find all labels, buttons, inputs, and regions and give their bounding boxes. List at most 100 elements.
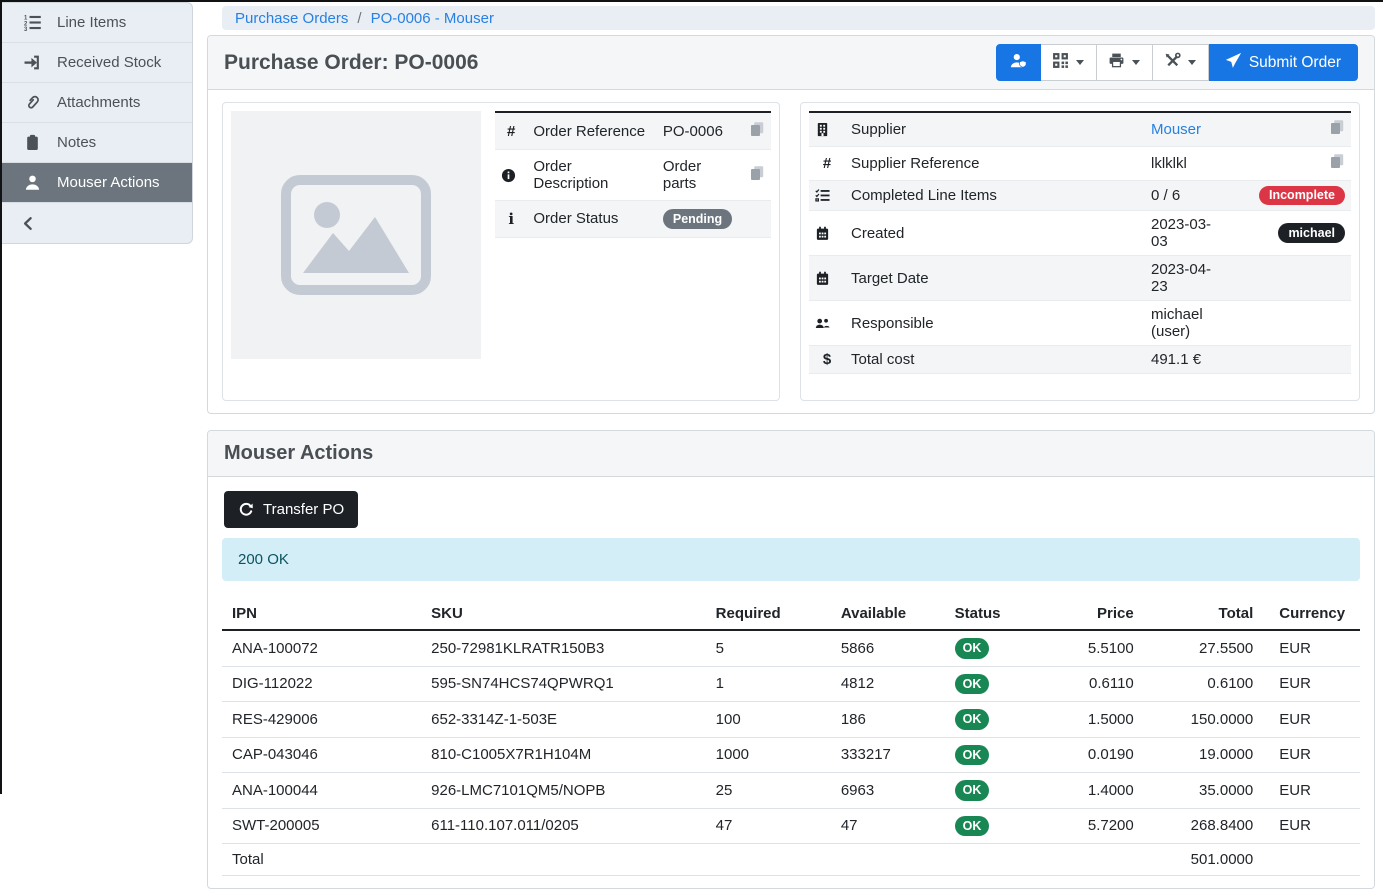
table-row: SWT-200005611-110.107.011/02054747OK5.72… (222, 808, 1360, 844)
cell-price: 0.0190 (1047, 737, 1144, 773)
transfer-po-button[interactable]: Transfer PO (224, 491, 358, 528)
cell-sku: 810-C1005X7R1H104M (421, 737, 706, 773)
purchase-order-header: Purchase Order: PO-0006 (208, 36, 1374, 90)
copy-icon[interactable] (749, 165, 765, 181)
barcode-dropdown-button[interactable] (1041, 44, 1097, 81)
caret-down-icon (1188, 60, 1196, 65)
cell-available: 333217 (831, 737, 945, 773)
user-shield-icon (1010, 52, 1027, 73)
cell-required: 5 (706, 630, 831, 666)
sidebar-item-line-items[interactable]: 123 Line Items (2, 3, 192, 43)
qrcode-icon (1052, 52, 1069, 73)
detail-row-order-status: i Order Status Pending (495, 201, 771, 238)
sign-in-icon (22, 54, 42, 71)
user-icon (22, 174, 42, 191)
actions-dropdown-button[interactable] (1153, 44, 1209, 81)
table-header-row: IPN SKU Required Available Status Price … (222, 599, 1360, 630)
table-row: DIG-112022595-SN74HCS74QPWRQ114812OK0.61… (222, 666, 1360, 702)
cell-currency: EUR (1263, 773, 1360, 809)
sidebar-item-received-stock[interactable]: Received Stock (2, 43, 192, 83)
ok-badge: OK (955, 745, 990, 766)
col-available: Available (831, 599, 945, 630)
user-roles-button[interactable] (996, 44, 1041, 81)
footer-total-value: 501.0000 (1144, 844, 1263, 876)
cell-total: 0.6100 (1144, 666, 1263, 702)
copy-icon[interactable] (1329, 153, 1345, 169)
breadcrumb-link-purchase-orders[interactable]: Purchase Orders (235, 10, 348, 27)
mouser-actions-body: Transfer PO 200 OK IPN SKU Required Avai… (208, 477, 1374, 888)
info-icon: i (508, 210, 514, 228)
cell-total: 19.0000 (1144, 737, 1263, 773)
cell-ipn: SWT-200005 (222, 808, 421, 844)
sidebar-item-mouser-actions[interactable]: Mouser Actions (2, 163, 192, 203)
copy-icon[interactable] (749, 121, 765, 137)
cell-price: 1.5000 (1047, 702, 1144, 738)
purchase-order-panel: Purchase Order: PO-0006 (207, 35, 1375, 414)
detail-row-responsible: Responsible michael (user) (809, 301, 1351, 346)
ok-badge: OK (955, 638, 990, 659)
sidebar-item-attachments[interactable]: Attachments (2, 83, 192, 123)
cell-currency: EUR (1263, 702, 1360, 738)
copy-icon[interactable] (1329, 119, 1345, 135)
cell-required: 100 (706, 702, 831, 738)
cell-status: OK (945, 666, 1047, 702)
submit-order-button[interactable]: Submit Order (1209, 44, 1358, 81)
app-root: 123 Line Items Received Stock Attachment… (2, 2, 1383, 889)
tasks-icon (815, 188, 839, 203)
cell-price: 1.4000 (1047, 773, 1144, 809)
footer-total-label: Total (222, 844, 1144, 876)
detail-row-completed-line-items: Completed Line Items 0 / 6 Incomplete (809, 180, 1351, 211)
sidebar-item-notes[interactable]: Notes (2, 123, 192, 163)
col-sku: SKU (421, 599, 706, 630)
paper-plane-icon (1225, 52, 1242, 74)
cell-price: 5.7200 (1047, 808, 1144, 844)
ok-badge: OK (955, 816, 990, 837)
col-total: Total (1144, 599, 1263, 630)
cell-ipn: RES-429006 (222, 702, 421, 738)
cell-available: 47 (831, 808, 945, 844)
cell-price: 0.6110 (1047, 666, 1144, 702)
users-icon (815, 316, 839, 331)
cell-total: 268.8400 (1144, 808, 1263, 844)
cell-required: 25 (706, 773, 831, 809)
response-alert: 200 OK (222, 538, 1360, 581)
cell-status: OK (945, 773, 1047, 809)
cell-ipn: CAP-043046 (222, 737, 421, 773)
supplier-link[interactable]: Mouser (1151, 121, 1201, 138)
cell-required: 47 (706, 808, 831, 844)
mouser-table-body: ANA-100072250-72981KLRATR150B355866OK5.5… (222, 630, 1360, 844)
detail-row-order-description: Order Description Order parts (495, 150, 771, 201)
cell-available: 186 (831, 702, 945, 738)
calendar-icon (815, 226, 839, 241)
ok-badge: OK (955, 709, 990, 730)
cell-total: 27.5500 (1144, 630, 1263, 666)
breadcrumb-link-po[interactable]: PO-0006 - Mouser (371, 10, 494, 27)
sidebar: 123 Line Items Received Stock Attachment… (2, 2, 193, 244)
content: Purchase Orders / PO-0006 - Mouser Purch… (207, 2, 1375, 889)
cell-sku: 652-3314Z-1-503E (421, 702, 706, 738)
dollar-icon: $ (823, 351, 831, 368)
supplier-details-table: Supplier Mouser # Supplier Reference lkl… (809, 111, 1351, 374)
sidebar-item-label: Mouser Actions (57, 174, 160, 191)
svg-text:3: 3 (24, 27, 28, 31)
cell-available: 4812 (831, 666, 945, 702)
sidebar-collapse-button[interactable] (2, 203, 192, 243)
cell-currency: EUR (1263, 666, 1360, 702)
breadcrumb: Purchase Orders / PO-0006 - Mouser (222, 6, 1375, 30)
cell-sku: 611-110.107.011/0205 (421, 808, 706, 844)
sidebar-item-label: Notes (57, 134, 96, 151)
col-status: Status (945, 599, 1047, 630)
submit-order-label: Submit Order (1249, 54, 1341, 72)
order-image-placeholder (231, 111, 481, 359)
mouser-actions-header: Mouser Actions (208, 431, 1374, 477)
hash-icon: # (823, 155, 831, 172)
cell-sku: 926-LMC7101QM5/NOPB (421, 773, 706, 809)
cell-total: 35.0000 (1144, 773, 1263, 809)
detail-row-order-reference: # Order Reference PO-0006 (495, 112, 771, 150)
col-price: Price (1047, 599, 1144, 630)
print-dropdown-button[interactable] (1097, 44, 1153, 81)
user-badge: michael (1278, 223, 1345, 243)
col-ipn: IPN (222, 599, 421, 630)
col-currency: Currency (1263, 599, 1360, 630)
cell-ipn: DIG-112022 (222, 666, 421, 702)
